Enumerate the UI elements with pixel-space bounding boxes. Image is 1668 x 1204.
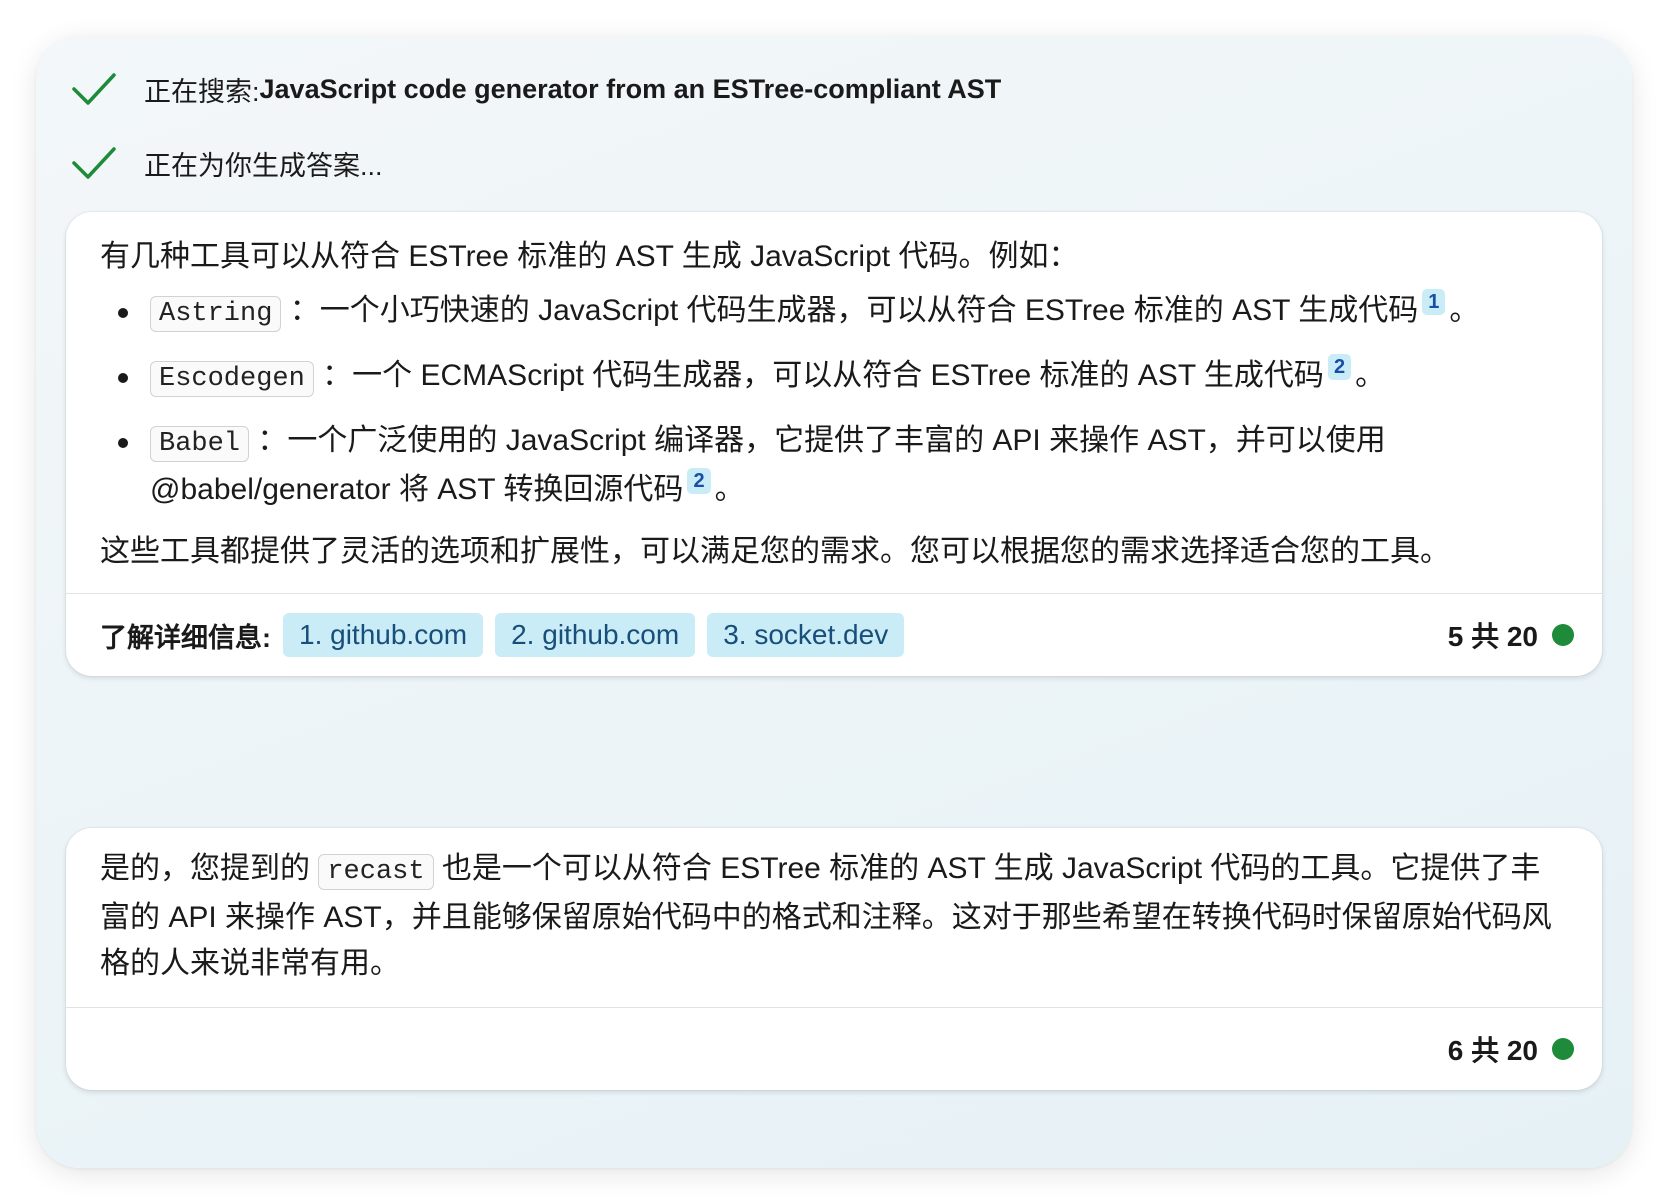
list-item-text: ：一个 ECMAScript 代码生成器，可以从符合 ESTree 标准的 AS… — [322, 359, 1324, 392]
inline-code: Escodegen — [150, 361, 314, 397]
answer-intro: 有几种工具可以从符合 ESTree 标准的 AST 生成 JavaScript … — [100, 240, 1079, 273]
list-item: Astring ：一个小巧快速的 JavaScript 代码生成器，可以从符合 … — [100, 288, 1568, 337]
check-icon — [72, 73, 116, 105]
source-link-1[interactable]: 1. github.com — [283, 613, 484, 657]
counter-text: 6 共 20 — [1447, 1035, 1538, 1066]
search-status: 正在搜索: JavaScript code generator from an … — [70, 69, 1001, 109]
list-item-end: 。 — [714, 473, 745, 506]
generating-status: 正在为你生成答案... — [70, 143, 383, 183]
answer-card-1: 有几种工具可以从符合 ESTree 标准的 AST 生成 JavaScript … — [66, 212, 1602, 676]
inline-code: Astring — [150, 296, 282, 332]
status-dot — [1552, 1038, 1574, 1060]
citation-badge[interactable]: 2 — [1327, 354, 1352, 380]
response-counter: 5 共 20 — [1448, 615, 1574, 655]
list-item-text: ：一个小巧快速的 JavaScript 代码生成器，可以从符合 ESTree 标… — [289, 294, 1419, 327]
citation-badge[interactable]: 2 — [687, 468, 711, 494]
tool-list: Astring ：一个小巧快速的 JavaScript 代码生成器，可以从符合 … — [100, 288, 1568, 513]
inline-code: recast — [318, 854, 434, 890]
card-footer: 了解详细信息: 1. github.com 2. github.com 3. s… — [66, 594, 1602, 676]
answer-paragraph: 是的，您提到的 recast 也是一个可以从符合 ESTree 标准的 AST … — [100, 846, 1568, 987]
source-link-3[interactable]: 3. socket.dev — [707, 613, 905, 657]
check-icon — [72, 147, 116, 179]
search-prefix: 正在搜索: — [144, 76, 260, 107]
list-item: Babel ：一个广泛使用的 JavaScript 编译器，它提供了丰富的 AP… — [100, 418, 1568, 513]
learn-more-label: 了解详细信息: — [100, 622, 271, 653]
answer-body: 有几种工具可以从符合 ESTree 标准的 AST 生成 JavaScript … — [66, 212, 1602, 575]
counter-text: 5 共 20 — [1447, 621, 1538, 652]
inline-code: Babel — [150, 426, 250, 462]
response-counter: 6 共 20 — [1448, 1029, 1574, 1069]
answer-text-before: 是的，您提到的 — [100, 852, 310, 885]
search-query: JavaScript code generator from an ESTree… — [259, 73, 1002, 104]
list-item-end: 。 — [1449, 294, 1480, 327]
generating-text: 正在为你生成答案... — [144, 150, 383, 181]
answer-body: 是的，您提到的 recast 也是一个可以从符合 ESTree 标准的 AST … — [66, 828, 1602, 1007]
answer-conclusion: 这些工具都提供了灵活的选项和扩展性，可以满足您的需求。您可以根据您的需求选择适合… — [100, 535, 1450, 568]
chat-panel: 正在搜索: JavaScript code generator from an … — [36, 36, 1632, 1168]
citation-badge[interactable]: 1 — [1422, 289, 1446, 315]
list-item-text: ：一个广泛使用的 JavaScript 编译器，它提供了丰富的 API 来操作 … — [150, 424, 1386, 506]
card-footer: 6 共 20 — [66, 1008, 1602, 1090]
status-dot — [1552, 624, 1574, 646]
answer-card-2: 是的，您提到的 recast 也是一个可以从符合 ESTree 标准的 AST … — [66, 828, 1602, 1090]
source-link-2[interactable]: 2. github.com — [495, 613, 696, 657]
list-item-end: 。 — [1355, 359, 1386, 392]
list-item: Escodegen ：一个 ECMAScript 代码生成器，可以从符合 EST… — [100, 353, 1568, 402]
